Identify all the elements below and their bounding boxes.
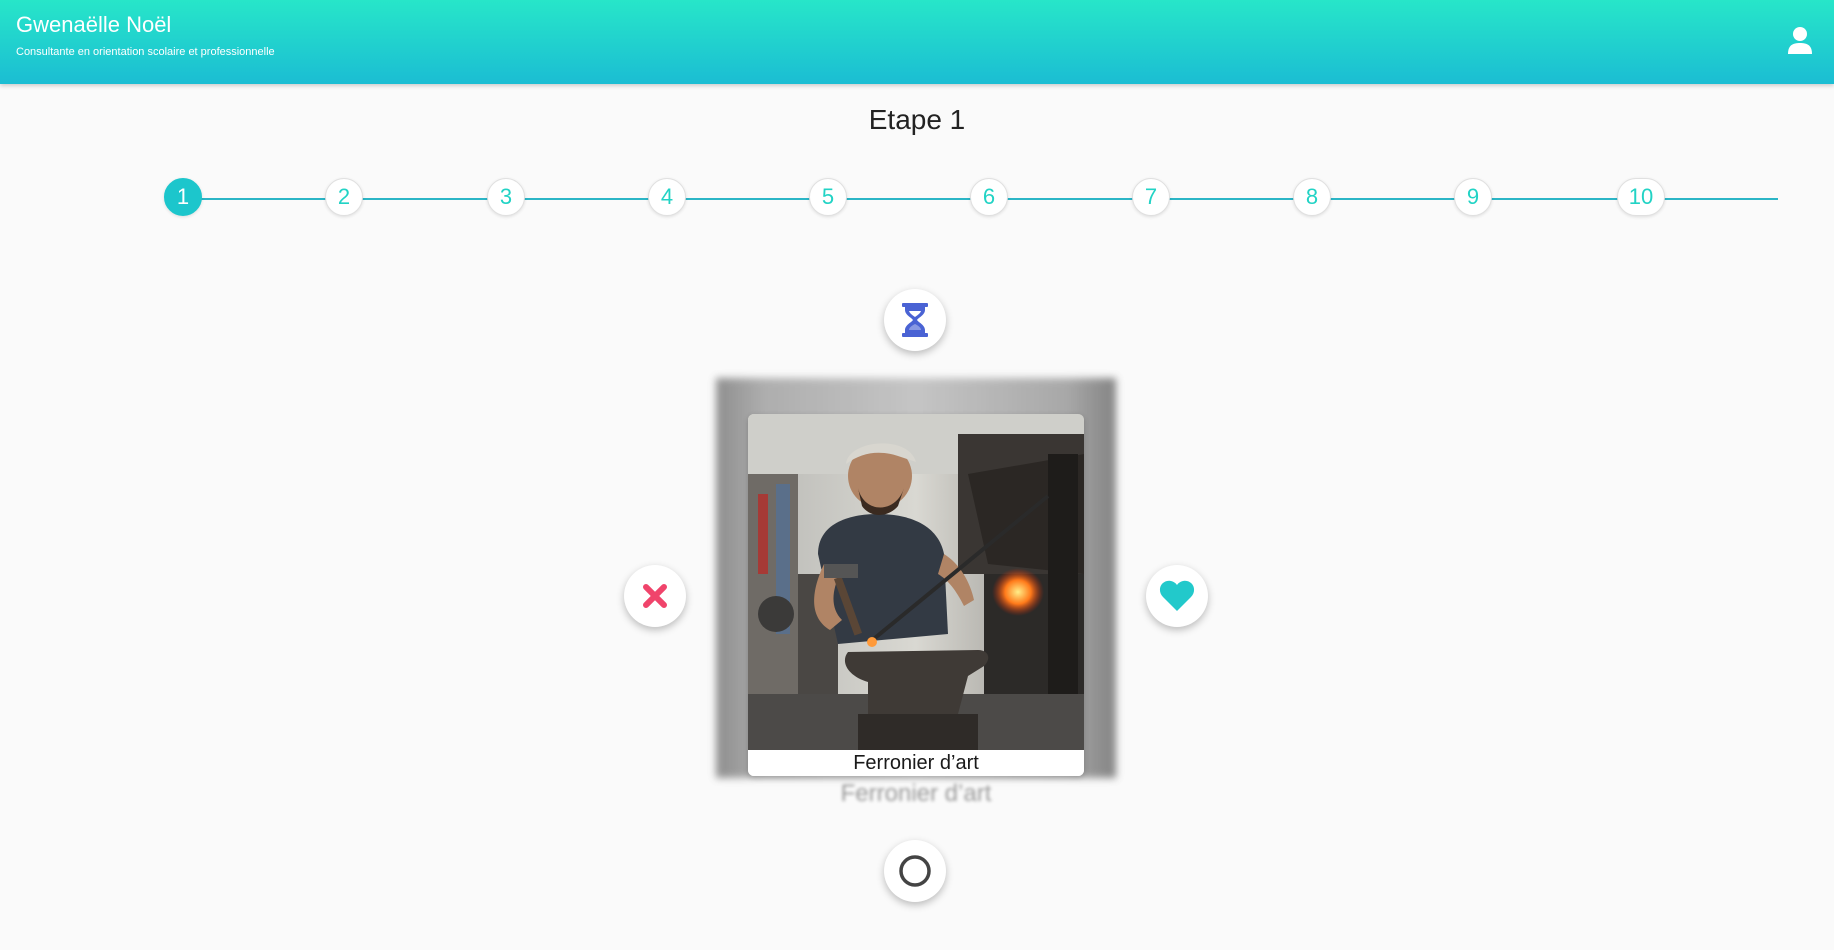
card-stack-background-label: Ferronier d’art (840, 780, 992, 807)
step-4[interactable]: 4 (648, 178, 686, 216)
step-5[interactable]: 5 (809, 178, 847, 216)
hourglass-icon (902, 303, 928, 337)
user-icon (1788, 27, 1812, 54)
page-title: Etape 1 (868, 104, 966, 135)
step-2[interactable]: 2 (325, 178, 363, 216)
step-7[interactable]: 7 (1132, 178, 1170, 216)
reject-button[interactable] (624, 565, 686, 627)
step-progress: 1 2 3 4 5 6 7 8 9 10 (0, 178, 1834, 220)
card-photo (748, 414, 1084, 750)
heart-icon (1159, 580, 1195, 611)
user-account-button[interactable] (1786, 26, 1814, 56)
step-3[interactable]: 3 (487, 178, 525, 216)
wait-button[interactable] (884, 289, 946, 351)
app-header: Gwenaëlle Noël Consultante en orientatio… (0, 0, 1834, 84)
step-6[interactable]: 6 (970, 178, 1008, 216)
step-10[interactable]: 10 (1617, 178, 1665, 216)
circle-icon (899, 855, 931, 887)
step-9[interactable]: 9 (1454, 178, 1492, 216)
step-1[interactable]: 1 (164, 178, 202, 216)
job-card[interactable]: Ferronier d’art (748, 414, 1084, 776)
like-button[interactable] (1146, 565, 1208, 627)
close-icon (643, 584, 667, 608)
neutral-button[interactable] (884, 840, 946, 902)
step-8[interactable]: 8 (1293, 178, 1331, 216)
brand-title: Gwenaëlle Noël (16, 12, 172, 37)
card-label: Ferronier d’art (748, 750, 1084, 776)
brand-subtitle: Consultante en orientation scolaire et p… (16, 46, 275, 58)
